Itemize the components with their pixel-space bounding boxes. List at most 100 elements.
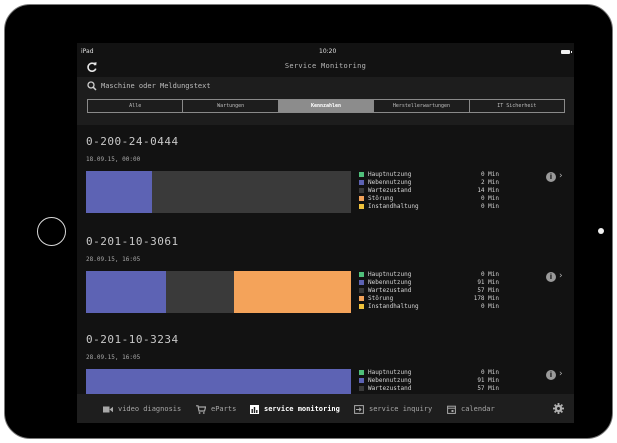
legend-value: 0 Min bbox=[480, 170, 499, 178]
legend-swatch bbox=[359, 295, 364, 301]
usage-bar-segment-nebennutzung bbox=[86, 271, 166, 313]
legend-swatch bbox=[359, 287, 364, 293]
search-panel: Alle Wartungen Kennzahlen Herstellerwart… bbox=[77, 77, 574, 125]
bottom-tab-bar: video diagnosis eParts service monitorin… bbox=[77, 394, 574, 423]
usage-bar-segment-wartezustand bbox=[165, 271, 235, 313]
legend-label: Hauptnutzung bbox=[368, 270, 412, 278]
tab-label: calendar bbox=[461, 405, 495, 413]
tab-service-monitoring[interactable]: service monitoring bbox=[250, 402, 340, 416]
tab-label: service monitoring bbox=[264, 405, 340, 413]
legend-row: Wartezustand 57 Min bbox=[359, 384, 499, 392]
machine-id: 0-201-10-3061 bbox=[86, 235, 179, 248]
filter-tab-kennzahlen[interactable]: Kennzahlen bbox=[278, 100, 375, 112]
legend-swatch bbox=[359, 385, 364, 391]
chevron-right-icon[interactable]: › bbox=[559, 369, 563, 379]
tab-service-inquiry[interactable]: service inquiry bbox=[354, 402, 432, 416]
legend-value: 91 Min bbox=[477, 278, 499, 286]
legend-swatch bbox=[359, 203, 364, 209]
machine-date: 28.09.15, 16:05 bbox=[86, 354, 141, 361]
legend-swatch bbox=[359, 377, 364, 383]
usage-bar bbox=[86, 171, 351, 213]
info-icon[interactable]: i bbox=[546, 370, 556, 380]
info-icon[interactable]: i bbox=[546, 272, 556, 282]
legend-label: Störung bbox=[368, 194, 394, 202]
inquiry-arrow-icon bbox=[354, 404, 364, 414]
chevron-right-icon[interactable]: › bbox=[559, 271, 563, 281]
filter-tab-herstellerwartungen[interactable]: Herstellerwartungen bbox=[374, 100, 470, 112]
shopping-cart-icon bbox=[196, 404, 206, 414]
legend-label: Hauptnutzung bbox=[368, 368, 412, 376]
legend-value: 0 Min bbox=[480, 368, 499, 376]
legend-value: 0 Min bbox=[480, 302, 499, 310]
battery-icon bbox=[561, 50, 572, 54]
legend-row: Nebennutzung 91 Min bbox=[359, 278, 499, 286]
legend-swatch bbox=[359, 279, 364, 285]
legend-value: 2 Min bbox=[480, 178, 499, 186]
machine-id: 0-200-24-0444 bbox=[86, 135, 179, 148]
status-bar: iPad 10:20 bbox=[77, 43, 574, 57]
legend-row: Instandhaltung 0 Min bbox=[359, 302, 499, 310]
legend-label: Wartezustand bbox=[368, 384, 412, 392]
legend-swatch bbox=[359, 271, 364, 277]
tab-eparts[interactable]: eParts bbox=[196, 402, 236, 416]
legend-row: Nebennutzung 2 Min bbox=[359, 178, 499, 186]
front-camera bbox=[598, 228, 604, 234]
filter-tab-it-sicherheit[interactable]: IT Sicherheit bbox=[470, 100, 564, 112]
chevron-right-icon[interactable]: › bbox=[559, 171, 563, 181]
machine-id: 0-201-10-3234 bbox=[86, 333, 179, 346]
machine-date: 28.09.15, 16:05 bbox=[86, 256, 141, 263]
machine-card: 0-201-10-3061 28.09.15, 16:05 Hauptnutzu… bbox=[77, 235, 574, 325]
legend-swatch bbox=[359, 179, 364, 185]
legend-value: 14 Min bbox=[477, 186, 499, 194]
legend-swatch bbox=[359, 171, 364, 177]
filter-tab-alle[interactable]: Alle bbox=[88, 100, 184, 112]
tab-label: eParts bbox=[211, 405, 237, 413]
legend-label: Nebennutzung bbox=[368, 178, 412, 186]
status-time: 10:20 bbox=[319, 48, 337, 55]
legend-row: Wartezustand 57 Min bbox=[359, 286, 499, 294]
status-carrier: iPad bbox=[81, 48, 94, 55]
usage-bar-segment-wartezustand bbox=[152, 171, 351, 213]
legend-row: Instandhaltung 0 Min bbox=[359, 202, 499, 210]
legend-value: 0 Min bbox=[480, 202, 499, 210]
legend-label: Wartezustand bbox=[368, 186, 412, 194]
tab-label: service inquiry bbox=[369, 405, 433, 413]
filter-tab-wartungen[interactable]: Wartungen bbox=[183, 100, 279, 112]
legend-row: Störung 0 Min bbox=[359, 194, 499, 202]
legend-label: Instandhaltung bbox=[368, 302, 419, 310]
app-screen: iPad 10:20 Service Monitoring Alle Wartu… bbox=[77, 43, 574, 423]
tab-video-diagnosis[interactable]: video diagnosis bbox=[103, 402, 181, 416]
bar-chart-icon bbox=[250, 404, 259, 414]
legend-label: Nebennutzung bbox=[368, 278, 412, 286]
machine-card: 0-201-10-3234 28.09.15, 16:05 Hauptnutzu… bbox=[77, 333, 574, 411]
search-input[interactable] bbox=[101, 79, 541, 93]
legend-row: Störung 178 Min bbox=[359, 294, 499, 302]
usage-bar-segment-stoerung bbox=[234, 271, 351, 313]
machine-card: 0-200-24-0444 18.09.15, 00:00 Hauptnutzu… bbox=[77, 135, 574, 225]
home-button[interactable] bbox=[37, 217, 66, 246]
legend-value: 178 Min bbox=[473, 294, 499, 302]
usage-legend: Hauptnutzung 0 Min Nebennutzung 91 Min Warte… bbox=[359, 368, 499, 392]
legend-value: 57 Min bbox=[477, 286, 499, 294]
tab-calendar[interactable]: calendar bbox=[447, 402, 495, 416]
video-camera-icon bbox=[103, 406, 113, 412]
gear-icon[interactable] bbox=[553, 403, 564, 414]
search-icon bbox=[87, 81, 97, 91]
legend-row: Hauptnutzung 0 Min bbox=[359, 170, 499, 178]
legend-swatch bbox=[359, 187, 364, 193]
legend-value: 91 Min bbox=[477, 376, 499, 384]
legend-swatch bbox=[359, 369, 364, 375]
legend-row: Hauptnutzung 0 Min bbox=[359, 368, 499, 376]
legend-swatch bbox=[359, 303, 364, 309]
info-icon[interactable]: i bbox=[546, 172, 556, 182]
legend-value: 57 Min bbox=[477, 384, 499, 392]
tab-label: video diagnosis bbox=[118, 405, 182, 413]
calendar-icon bbox=[447, 405, 456, 414]
legend-row: Nebennutzung 91 Min bbox=[359, 376, 499, 384]
legend-row: Hauptnutzung 0 Min bbox=[359, 270, 499, 278]
legend-value: 0 Min bbox=[480, 270, 499, 278]
usage-legend: Hauptnutzung 0 Min Nebennutzung 91 Min Warte… bbox=[359, 270, 499, 310]
page-title: Service Monitoring bbox=[284, 62, 367, 70]
legend-label: Nebennutzung bbox=[368, 376, 412, 384]
legend-label: Hauptnutzung bbox=[368, 170, 412, 178]
